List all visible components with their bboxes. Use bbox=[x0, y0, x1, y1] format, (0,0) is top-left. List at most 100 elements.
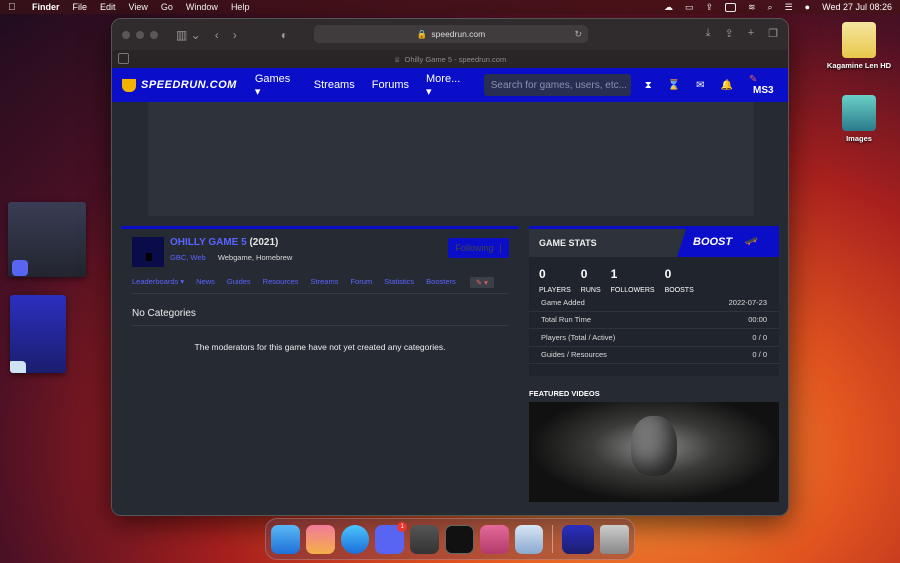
discord-badge: 1 bbox=[397, 521, 408, 532]
download-icon[interactable]: ⤓ bbox=[706, 27, 711, 40]
tab-guides[interactable]: Guides bbox=[227, 277, 251, 288]
tab-news[interactable]: News bbox=[196, 277, 215, 288]
tab-leaderboards[interactable]: Leaderboards ▾ bbox=[132, 277, 184, 288]
desktop-icon-label: Images bbox=[846, 134, 872, 143]
featured-video-thumbnail[interactable] bbox=[529, 402, 779, 502]
stat-label: FOLLOWERS bbox=[610, 287, 655, 294]
preview-icon[interactable] bbox=[514, 524, 544, 554]
emulator-icon[interactable] bbox=[479, 524, 509, 554]
stat-value: 0 bbox=[664, 267, 672, 281]
minimized-window-icon[interactable] bbox=[562, 524, 595, 554]
tab-forum[interactable]: Forum bbox=[350, 277, 372, 288]
no-categories-title: No Categories bbox=[132, 308, 196, 319]
control-center-icon[interactable]: ☰ bbox=[785, 2, 793, 13]
share-icon[interactable]: ⇪ bbox=[724, 27, 733, 40]
timer-icon[interactable]: ⌛ bbox=[668, 80, 680, 91]
tab-boosters[interactable]: Boosters bbox=[426, 277, 456, 288]
menu-edit[interactable]: Edit bbox=[100, 2, 116, 12]
stat-boosts: 0 BOOSTS bbox=[665, 267, 694, 294]
minimize-window-button[interactable] bbox=[136, 30, 144, 39]
discord-icon[interactable]: 1 bbox=[375, 521, 408, 554]
forward-icon[interactable]: › bbox=[233, 28, 237, 42]
site-search-input[interactable]: Search for games, users, etc... bbox=[483, 74, 631, 96]
nav-games[interactable]: Games ▾ bbox=[255, 73, 297, 98]
reload-icon[interactable]: ↻ bbox=[574, 29, 582, 40]
stats-row-key: Guides / Resources bbox=[541, 350, 607, 360]
site-logo[interactable]: SPEEDRUN.COM bbox=[122, 78, 237, 92]
menu-go[interactable]: Go bbox=[161, 2, 173, 12]
stats-row-value: 2022-07-23 bbox=[728, 297, 767, 307]
game-cover[interactable] bbox=[132, 237, 164, 267]
stats-row-value: 00:00 bbox=[748, 315, 767, 325]
mail-icon[interactable]: ✉ bbox=[696, 80, 704, 91]
game-name: OHILLY GAME 5 bbox=[170, 237, 247, 248]
stats-row-game-added: Game Added 2022-07-23 bbox=[529, 294, 779, 312]
stat-label: PLAYERS bbox=[539, 287, 571, 294]
menu-file[interactable]: File bbox=[73, 2, 88, 12]
nav-forums[interactable]: Forums bbox=[372, 79, 409, 91]
lock-icon: 🔒 bbox=[416, 28, 428, 39]
site-logo-text: SPEEDRUN.COM bbox=[141, 79, 237, 91]
terminal-icon[interactable] bbox=[444, 524, 474, 554]
stats-row-value: 0 / 0 bbox=[752, 332, 767, 342]
image-file-icon bbox=[842, 22, 876, 58]
game-platforms[interactable]: GBC, Web bbox=[170, 253, 206, 262]
tab-statistics[interactable]: Statistics bbox=[384, 277, 414, 288]
user-menu[interactable]: ✎ MS3 bbox=[749, 74, 778, 96]
nav-streams[interactable]: Streams bbox=[314, 79, 355, 91]
address-bar[interactable]: 🔒 speedrun.com ↻ bbox=[314, 25, 588, 43]
tab-sidebar-icon[interactable] bbox=[118, 53, 129, 64]
apple-menu-icon[interactable]:  bbox=[8, 2, 20, 13]
privacy-shield-icon[interactable]: ◐ bbox=[281, 28, 288, 42]
bell-icon[interactable]: 🔔 bbox=[721, 80, 733, 91]
safari-icon[interactable] bbox=[340, 524, 370, 554]
menu-help[interactable]: Help bbox=[231, 2, 250, 12]
finder-icon[interactable] bbox=[271, 524, 300, 554]
zoom-window-button[interactable] bbox=[150, 30, 158, 39]
menu-app-name[interactable]: Finder bbox=[32, 2, 60, 12]
skateboard-icon: 🛹 bbox=[744, 236, 757, 247]
dock: 1 bbox=[265, 518, 635, 560]
game-genres: Webgame, Homebrew bbox=[217, 253, 293, 262]
launchpad-icon[interactable] bbox=[305, 524, 335, 554]
desktop-icon-images[interactable]: Images bbox=[819, 95, 899, 143]
trash-icon[interactable] bbox=[600, 524, 629, 554]
tab-title[interactable]: Ohilly Game 5 - speedrun.com bbox=[405, 55, 507, 64]
stage-thumb-discord[interactable] bbox=[8, 202, 86, 277]
stats-row-key: Players (Total / Active) bbox=[541, 332, 616, 342]
stats-row-key: Game Added bbox=[541, 297, 585, 307]
cookie-app-icon[interactable] bbox=[410, 524, 439, 554]
siri-icon[interactable]: ● bbox=[805, 2, 810, 12]
close-window-button[interactable] bbox=[122, 30, 130, 39]
tab-resources[interactable]: Resources bbox=[263, 277, 299, 288]
boost-button[interactable]: BOOST 🛹 bbox=[677, 226, 779, 257]
edit-pencil-icon[interactable]: ✎ ▾ bbox=[469, 277, 494, 288]
stat-label: RUNS bbox=[580, 287, 601, 294]
wifi-icon[interactable]: ≋ bbox=[748, 2, 756, 13]
sidebar-toggle-icon[interactable]: ▥ ⌄ bbox=[176, 28, 201, 42]
hourglass-icon[interactable]: ⧗ bbox=[645, 80, 652, 91]
creative-cloud-icon[interactable]: ☁ bbox=[664, 2, 673, 13]
control-strip-icon[interactable]: ▭ bbox=[685, 2, 694, 13]
menu-datetime[interactable]: Wed 27 Jul 08:26 bbox=[822, 2, 892, 12]
nav-more[interactable]: More... ▾ bbox=[426, 73, 467, 98]
tab-overview-icon[interactable]: ❐ bbox=[768, 27, 778, 40]
new-tab-icon[interactable]: + bbox=[748, 27, 754, 40]
stat-followers: 1 FOLLOWERS bbox=[611, 267, 655, 294]
search-icon[interactable]: ⌕ bbox=[768, 2, 773, 13]
stage-thumb-preview[interactable] bbox=[10, 295, 66, 373]
window-titlebar: ▥ ⌄ ‹ › ◐ 🔒 speedrun.com ↻ ⤓ ⇪ + ❐ bbox=[112, 19, 788, 50]
desktop-icon-kagamine[interactable]: Kagamine Len HD bbox=[819, 22, 899, 70]
stat-runs: 0 RUNS bbox=[581, 267, 601, 294]
battery-icon[interactable] bbox=[725, 2, 736, 12]
menu-window[interactable]: Window bbox=[186, 2, 218, 12]
menu-bar:  Finder File Edit View Go Window Help ☁… bbox=[0, 0, 900, 14]
following-button[interactable]: Following | bbox=[448, 238, 509, 258]
tab-streams[interactable]: Streams bbox=[311, 277, 339, 288]
stats-row-value: 0 / 0 bbox=[752, 350, 767, 360]
traffic-lights bbox=[122, 30, 158, 39]
back-icon[interactable]: ‹ bbox=[215, 28, 219, 42]
menu-view[interactable]: View bbox=[129, 2, 148, 12]
share-icon[interactable]: ⇪ bbox=[705, 2, 713, 13]
tab-favicon-icon: ♕ bbox=[393, 54, 401, 64]
